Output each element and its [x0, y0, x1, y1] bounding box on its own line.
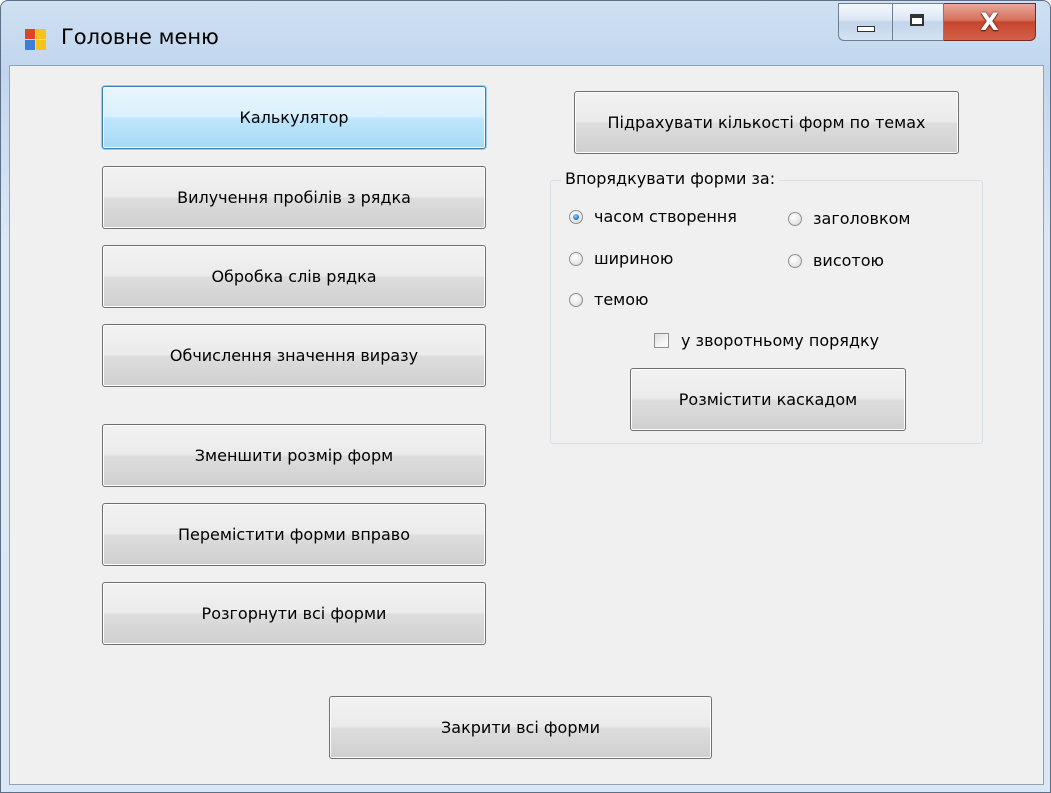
maximize-icon	[910, 14, 924, 26]
radio-theme[interactable]: темою	[569, 290, 649, 309]
remove-spaces-button[interactable]: Вилучення пробілів з рядка	[102, 166, 486, 229]
evaluate-expression-button[interactable]: Обчислення значення виразу	[102, 324, 486, 387]
radio-creation-time-label: часом створення	[594, 207, 737, 226]
minimize-button[interactable]	[838, 3, 892, 41]
window-title: Головне меню	[61, 25, 219, 49]
radio-width-label: шириною	[594, 249, 674, 268]
close-icon: X	[980, 8, 999, 36]
form-client-area: Калькулятор Вилучення пробілів з рядка О…	[9, 65, 1044, 785]
process-words-button[interactable]: Обробка слів рядка	[102, 245, 486, 308]
close-button[interactable]: X	[944, 3, 1036, 41]
reverse-order-checkbox[interactable]: у зворотньому порядку	[654, 331, 879, 350]
shrink-forms-button[interactable]: Зменшити розмір форм	[102, 424, 486, 487]
calculator-button[interactable]: Калькулятор	[102, 86, 486, 149]
radio-unchecked-icon[interactable]	[788, 211, 802, 226]
radio-unchecked-icon[interactable]	[788, 253, 802, 268]
caption-buttons: X	[838, 3, 1036, 45]
minimize-icon	[857, 26, 875, 32]
radio-title[interactable]: заголовком	[788, 209, 910, 228]
radio-height[interactable]: висотою	[788, 251, 884, 270]
radio-theme-label: темою	[594, 290, 649, 309]
checkbox-unchecked-icon[interactable]	[654, 333, 669, 348]
sort-group-label: Впорядкувати форми за:	[561, 169, 780, 188]
radio-title-label: заголовком	[813, 209, 911, 228]
cascade-button[interactable]: Розмістити каскадом	[630, 368, 906, 431]
radio-unchecked-icon[interactable]	[569, 292, 583, 307]
sort-group-box: Впорядкувати форми за: часом створення з…	[550, 169, 983, 444]
maximize-button[interactable]	[892, 3, 944, 41]
reverse-order-label: у зворотньому порядку	[681, 331, 880, 350]
radio-unchecked-icon[interactable]	[569, 251, 583, 266]
title-bar[interactable]: Головне меню X	[1, 1, 1050, 75]
maximize-forms-button[interactable]: Розгорнути всі форми	[102, 582, 486, 645]
radio-width[interactable]: шириною	[569, 249, 673, 268]
move-forms-right-button[interactable]: Перемістити форми вправо	[102, 503, 486, 566]
count-forms-by-theme-button[interactable]: Підрахувати кількості форм по темах	[574, 91, 959, 154]
close-all-forms-button[interactable]: Закрити всі форми	[329, 696, 712, 759]
radio-creation-time[interactable]: часом створення	[569, 207, 737, 226]
radio-height-label: висотою	[813, 251, 884, 270]
windows-form-icon[interactable]	[25, 29, 47, 51]
main-window: Головне меню X Калькулятор Вилучення про…	[0, 0, 1051, 793]
radio-checked-icon[interactable]	[569, 209, 583, 224]
